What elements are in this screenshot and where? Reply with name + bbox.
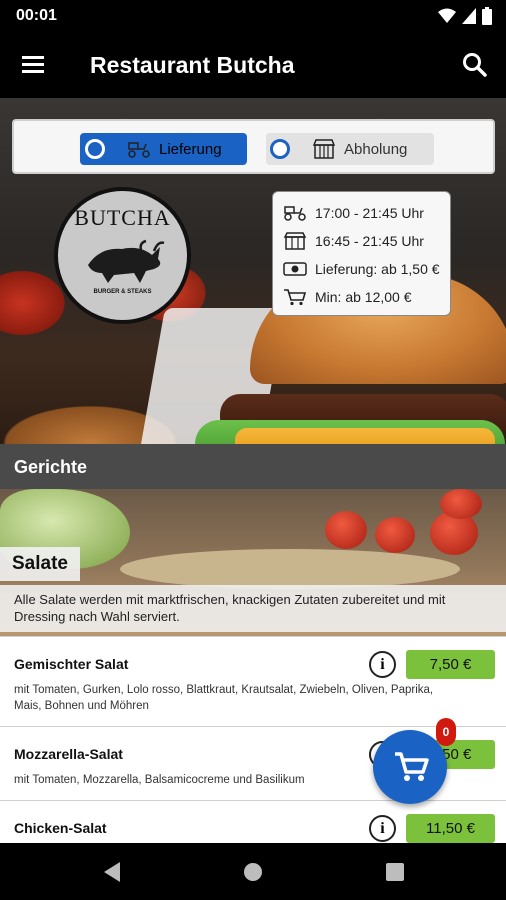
category-description: Alle Salate werden mit marktfrischen, kn…	[0, 585, 506, 632]
status-time: 00:01	[16, 7, 57, 24]
page-title: Restaurant Butcha	[90, 52, 295, 78]
section-header: Gerichte	[0, 444, 506, 489]
recents-icon[interactable]	[381, 858, 409, 886]
min-order-row: Min: ab 12,00 €	[283, 288, 412, 306]
menu-icon[interactable]	[20, 52, 48, 78]
menu-item-description: mit Tomaten, Gurken, Lolo rosso, Blattkr…	[14, 684, 434, 712]
pickup-hours: 16:45 - 21:45 Uhr	[315, 233, 424, 249]
menu-item-name: Mozzarella-Salat	[14, 746, 123, 762]
pickup-radio[interactable]	[270, 139, 290, 159]
menu-item-name: Chicken-Salat	[14, 820, 107, 836]
delivery-fee: Lieferung: ab 1,50 €	[315, 261, 440, 277]
scooter-icon	[128, 142, 150, 158]
wifi-icon	[438, 8, 456, 23]
section-title: Gerichte	[14, 457, 88, 477]
banner-bowl	[120, 549, 460, 589]
pickup-label: Abholung	[344, 140, 408, 158]
menu-item-name: Gemischter Salat	[14, 656, 129, 672]
pickup-hours-row: 16:45 - 21:45 Uhr	[283, 232, 424, 250]
delivery-toggle[interactable]: Lieferung	[80, 133, 247, 165]
battery-icon	[482, 7, 492, 25]
banner-tomato	[440, 489, 482, 519]
back-icon[interactable]	[98, 858, 126, 886]
app-bar: Restaurant Butcha	[0, 32, 506, 98]
money-icon	[283, 262, 307, 276]
signal-icon	[462, 8, 476, 24]
category-banner[interactable]: Salate Alle Salate werden mit marktfrisc…	[0, 489, 506, 636]
cart-button[interactable]	[373, 730, 447, 804]
add-to-cart-price-button[interactable]: 7,50 €	[406, 650, 495, 679]
delivery-hours-row: 17:00 - 21:45 Uhr	[283, 204, 424, 222]
opening-info-card: 17:00 - 21:45 Uhr 16:45 - 21:45 Uhr Lief…	[272, 191, 451, 316]
info-icon[interactable]: i	[369, 815, 396, 842]
status-icons	[438, 7, 492, 25]
order-mode-card: Lieferung Abholung	[12, 119, 495, 174]
min-order: Min: ab 12,00 €	[315, 289, 412, 305]
bull-icon	[88, 239, 165, 283]
info-icon[interactable]: i	[369, 651, 396, 678]
delivery-hours: 17:00 - 21:45 Uhr	[315, 205, 424, 221]
logo-tagline: BURGER & STEAKS	[93, 289, 152, 295]
status-bar: 00:01	[0, 0, 506, 32]
category-name: Salate	[0, 547, 80, 581]
pickup-toggle[interactable]: Abholung	[266, 133, 434, 165]
cart-count-badge: 0	[436, 718, 456, 746]
shopping-cart-icon	[284, 289, 307, 306]
menu-item[interactable]: Gemischter Salat mit Tomaten, Gurken, Lo…	[0, 636, 506, 726]
search-icon[interactable]	[460, 50, 490, 80]
home-icon[interactable]	[239, 858, 267, 886]
delivery-label: Lieferung	[159, 140, 222, 158]
burger-cheese	[235, 428, 495, 444]
banner-tomato	[325, 511, 367, 549]
delivery-radio[interactable]	[85, 139, 105, 159]
logo-name: BUTCHA	[74, 205, 171, 230]
shopping-cart-icon	[395, 752, 429, 781]
scooter-icon	[284, 206, 306, 221]
store-icon	[312, 139, 336, 159]
store-icon	[283, 232, 307, 250]
add-to-cart-price-button[interactable]: 11,50 €	[406, 814, 495, 843]
system-nav-bar	[0, 843, 506, 900]
delivery-fee-row: Lieferung: ab 1,50 €	[283, 260, 440, 278]
restaurant-logo: BUTCHA BURGER & STEAKS	[54, 187, 191, 324]
banner-tomato	[375, 517, 415, 553]
